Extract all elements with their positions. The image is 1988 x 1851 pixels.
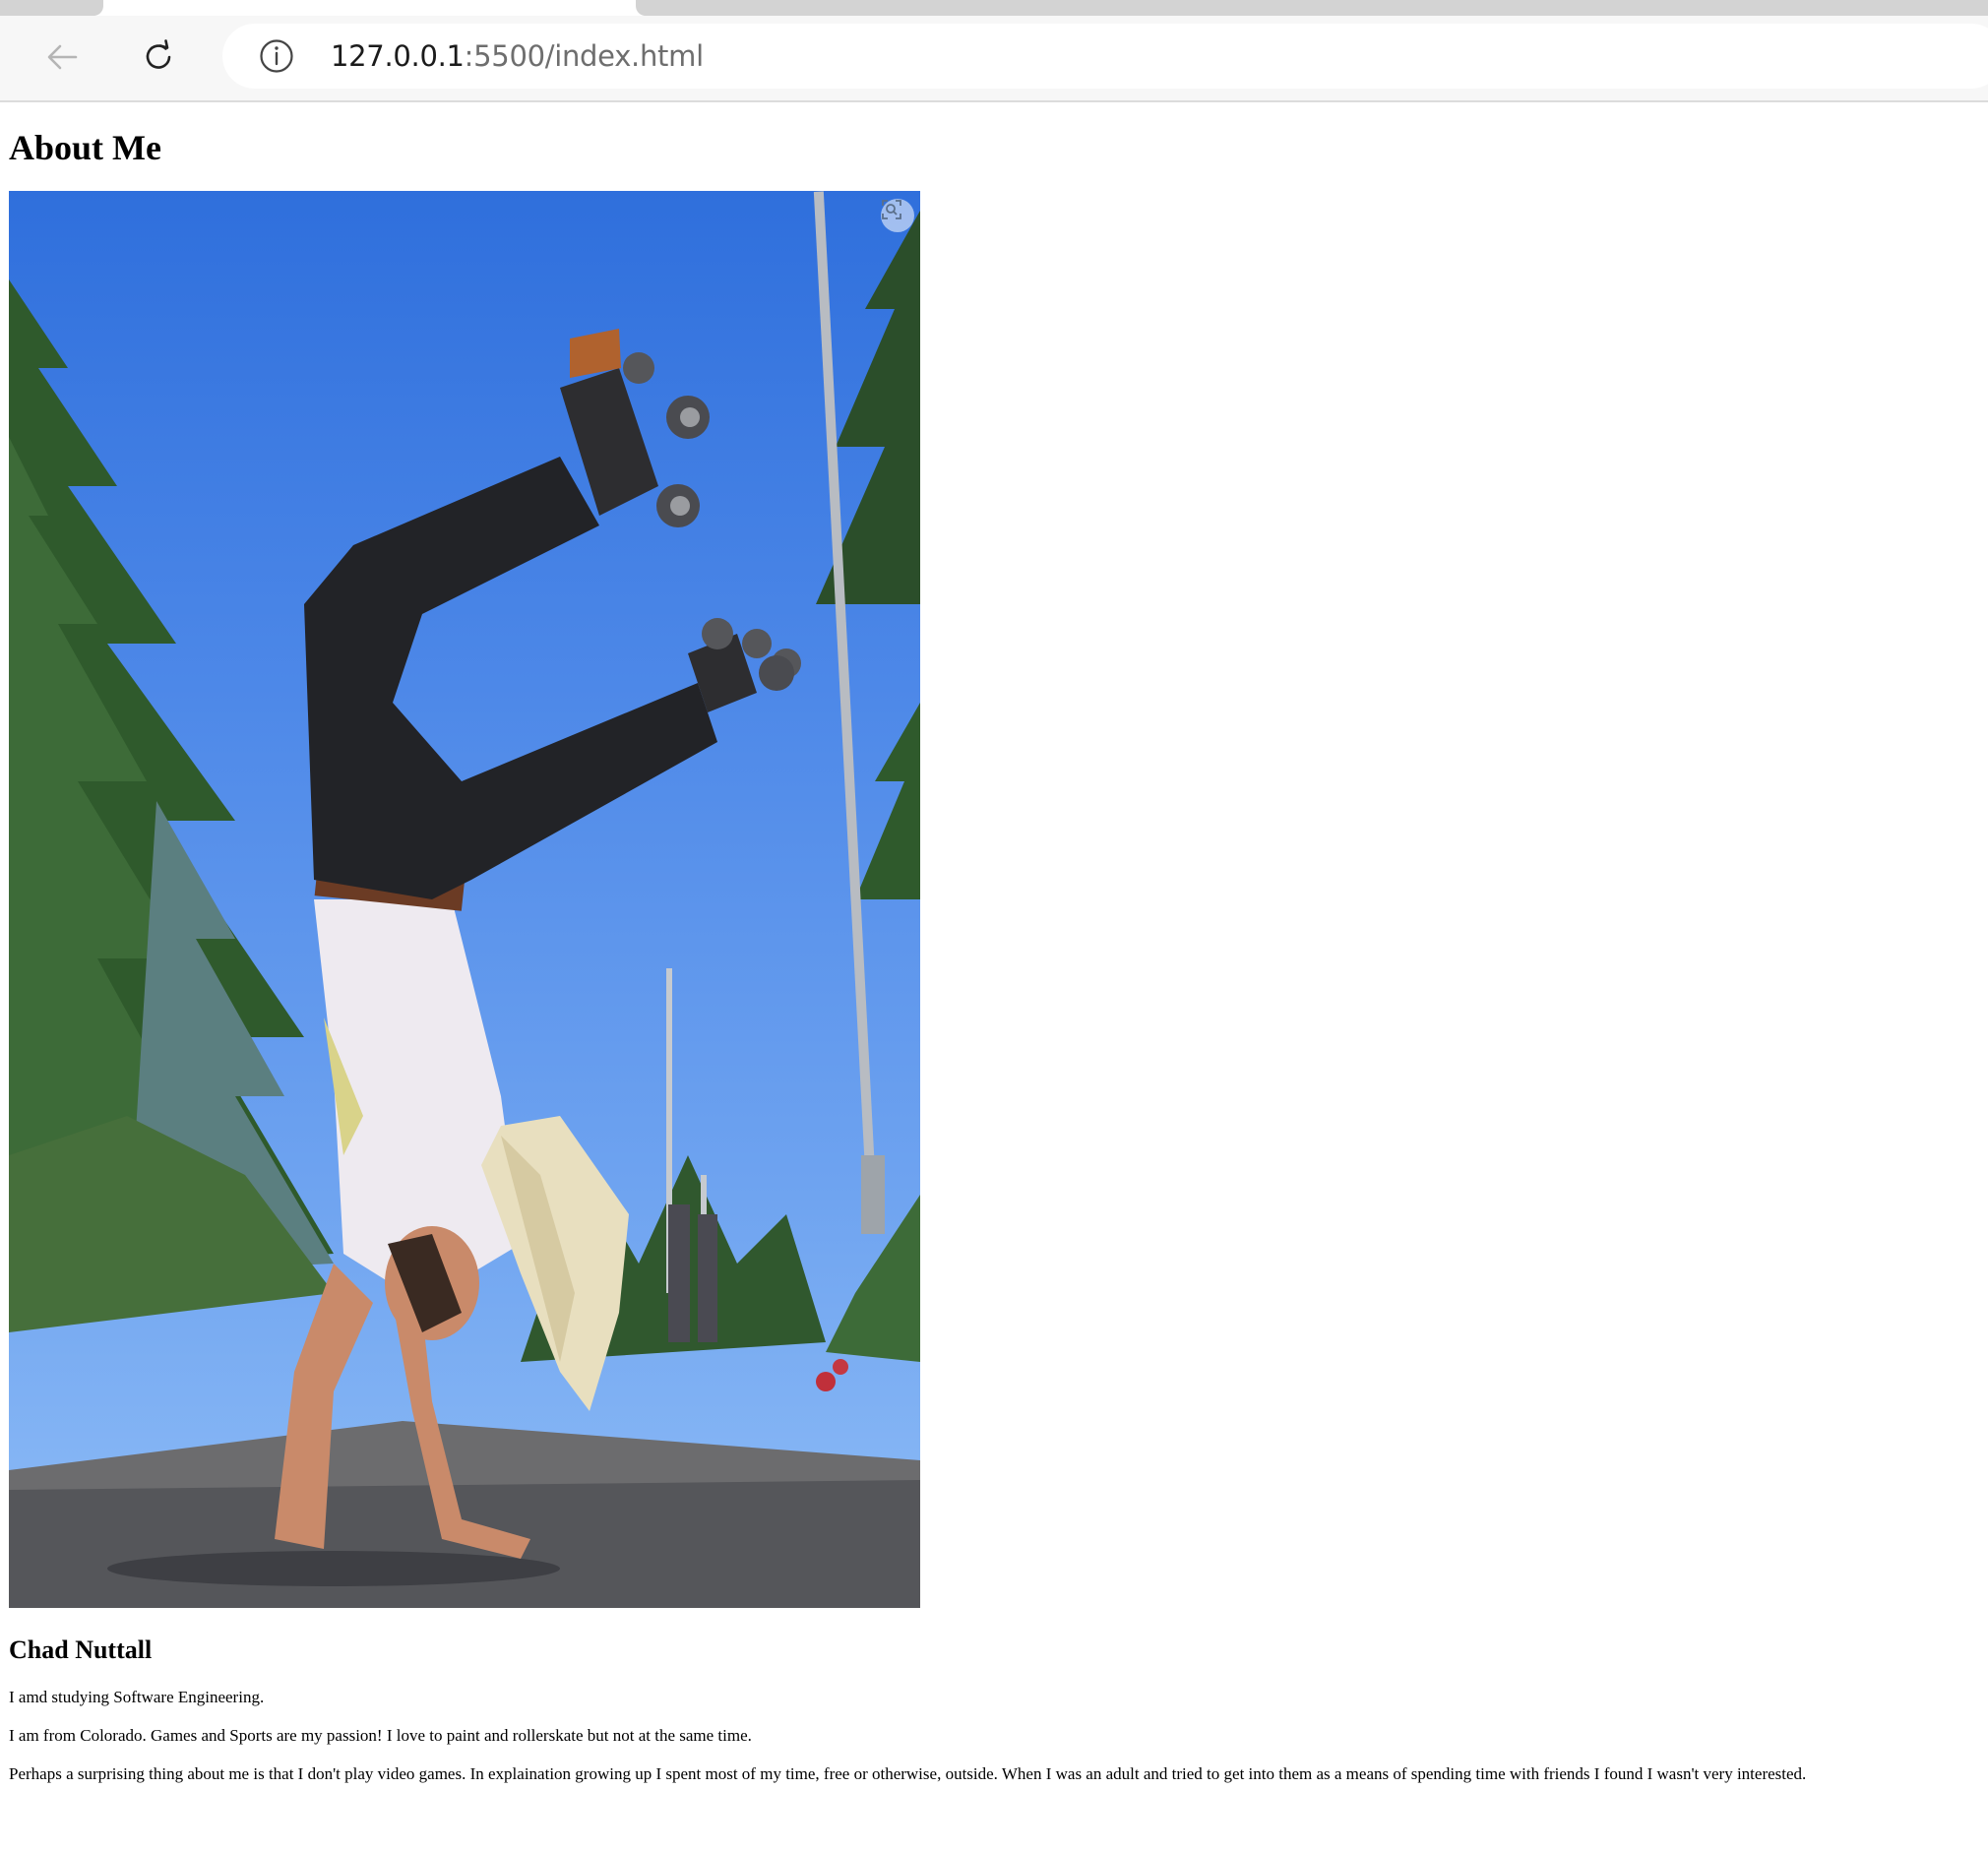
reload-icon (146, 39, 171, 69)
photo-illustration (9, 191, 920, 1608)
tab-inactive-left[interactable] (0, 0, 103, 16)
visual-search-button[interactable] (881, 199, 914, 232)
url-text[interactable]: 127.0.0.1:5500/index.html (331, 39, 704, 73)
paragraph-studies: I amd studying Software Engineering. (9, 1688, 265, 1706)
back-button[interactable] (37, 32, 87, 82)
browser-toolbar: 127.0.0.1:5500/index.html (0, 16, 1988, 102)
site-info-button[interactable] (258, 37, 295, 75)
address-bar[interactable]: 127.0.0.1:5500/index.html (222, 24, 1988, 89)
url-host: 127.0.0.1 (331, 39, 465, 73)
visual-search-icon (882, 200, 901, 219)
paragraph-hometown: I am from Colorado. Games and Sports are… (9, 1726, 752, 1745)
back-arrow-icon (47, 44, 78, 70)
profile-photo (9, 191, 920, 1608)
page-title: About Me (9, 128, 161, 167)
name-heading: Chad Nuttall (9, 1635, 153, 1664)
url-path: :5500/index.html (464, 39, 704, 73)
reload-button[interactable] (134, 32, 183, 82)
info-icon (260, 39, 293, 73)
paragraph-surprising-fact: Perhaps a surprising thing about me is t… (9, 1764, 1807, 1783)
tab-inactive-right[interactable] (636, 0, 1988, 16)
